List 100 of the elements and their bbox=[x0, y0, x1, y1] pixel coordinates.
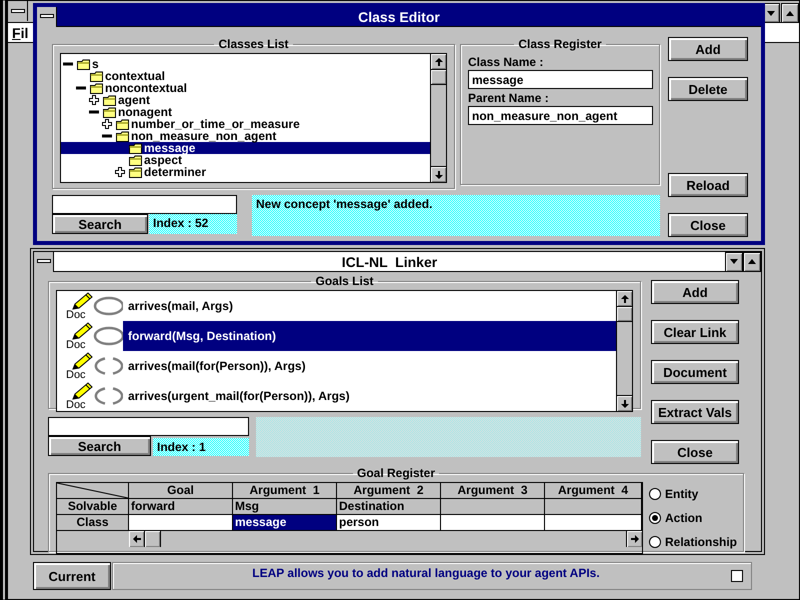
radio-option[interactable]: Relationship bbox=[649, 530, 738, 554]
window-title: ICL-NL Linker bbox=[340, 254, 438, 270]
window-title: Class Editor bbox=[357, 8, 441, 24]
scroll-down-button[interactable] bbox=[617, 395, 632, 411]
expand-icon[interactable] bbox=[89, 95, 99, 105]
dialog-button[interactable]: Clear Link bbox=[651, 320, 739, 344]
radio-label: Entity bbox=[665, 487, 698, 501]
tree-item-label: s bbox=[91, 58, 99, 70]
field-label: Class Name : bbox=[468, 55, 544, 69]
group-title: Goals List bbox=[314, 274, 374, 288]
minimize-button[interactable] bbox=[725, 252, 743, 272]
input-field[interactable]: non_measure_non_agent bbox=[468, 106, 653, 125]
goal-row[interactable]: Doc forward(Msg, Destination) bbox=[57, 321, 616, 351]
system-menu-icon[interactable] bbox=[10, 8, 24, 14]
tree-item-label: number_or_time_or_measure bbox=[131, 118, 300, 130]
checkbox[interactable] bbox=[731, 570, 743, 582]
status-text: LEAP allows you to add natural language to your agent APIs. bbox=[251, 566, 601, 582]
tree-item[interactable]: s bbox=[61, 58, 430, 70]
table-cell[interactable]: forward bbox=[129, 499, 233, 515]
table-cell[interactable] bbox=[545, 499, 642, 515]
up-triangle-icon bbox=[786, 10, 794, 16]
tree-item-label: nonagent bbox=[117, 106, 172, 118]
goal-text: arrives(urgent_mail(for(Person)), Args) bbox=[127, 389, 350, 403]
system-menu-button[interactable] bbox=[37, 6, 57, 26]
maximize-button[interactable] bbox=[781, 3, 799, 23]
system-menu-icon[interactable] bbox=[40, 14, 54, 19]
folder-icon bbox=[90, 70, 103, 82]
maximize-button[interactable] bbox=[743, 252, 761, 272]
scroll-left-button[interactable] bbox=[129, 531, 145, 547]
radio-option[interactable]: Entity bbox=[649, 482, 738, 506]
radio-label: Relationship bbox=[665, 535, 738, 549]
folder-icon bbox=[116, 130, 129, 142]
table-cell[interactable] bbox=[545, 515, 642, 531]
scroll-right-button[interactable] bbox=[626, 531, 642, 547]
tree-item[interactable]: aspect bbox=[61, 154, 430, 166]
expand-icon[interactable] bbox=[102, 119, 112, 129]
table-cell[interactable] bbox=[441, 515, 545, 531]
goal-text: arrives(mail(for(Person)), Args) bbox=[127, 359, 306, 373]
up-arrow-icon bbox=[620, 294, 628, 302]
current-button[interactable]: Current bbox=[33, 562, 111, 590]
expand-icon[interactable] bbox=[115, 167, 125, 177]
scroll-up-button[interactable] bbox=[431, 54, 446, 70]
radio-button[interactable] bbox=[649, 488, 661, 500]
tree-item[interactable]: non_measure_non_agent bbox=[61, 130, 430, 142]
tree-item-label: agent bbox=[117, 94, 150, 106]
scroll-up-button[interactable] bbox=[617, 291, 632, 307]
dialog-button[interactable]: Close bbox=[668, 213, 748, 237]
tree-item-label: determiner bbox=[143, 166, 206, 178]
doc-label: Doc bbox=[66, 370, 86, 381]
left-arrow-icon bbox=[132, 535, 140, 543]
input-field[interactable]: message bbox=[468, 70, 653, 89]
table-cell[interactable]: person bbox=[337, 515, 441, 531]
scroll-thumb[interactable] bbox=[145, 531, 161, 547]
search-button[interactable]: Search bbox=[48, 436, 151, 456]
table-cell[interactable]: Destination bbox=[337, 499, 441, 515]
radio-button[interactable] bbox=[649, 512, 661, 524]
dialog-button[interactable]: Reload bbox=[668, 173, 748, 197]
radio-option[interactable]: Action bbox=[649, 506, 738, 530]
goal-text: forward(Msg, Destination) bbox=[127, 329, 276, 343]
tree-item-label: message bbox=[144, 142, 196, 154]
dialog-button[interactable]: Delete bbox=[668, 77, 748, 101]
goal-text: arrives(mail, Args) bbox=[127, 299, 233, 313]
system-menu-button[interactable] bbox=[34, 252, 54, 272]
dialog-button[interactable]: Add bbox=[651, 280, 739, 304]
right-arrow-icon bbox=[630, 535, 638, 543]
table-cell[interactable] bbox=[129, 515, 233, 531]
down-arrow-icon bbox=[434, 170, 442, 178]
tree-item[interactable]: determiner bbox=[61, 166, 430, 178]
horizontal-scrollbar[interactable] bbox=[129, 531, 642, 547]
system-menu-icon[interactable] bbox=[36, 259, 50, 264]
doc-label: Doc bbox=[66, 400, 86, 411]
scroll-thumb[interactable] bbox=[431, 70, 446, 85]
down-arrow-icon bbox=[620, 400, 628, 408]
table-cell[interactable]: message bbox=[233, 515, 337, 531]
tree-item[interactable]: agent bbox=[61, 94, 430, 106]
tree-item[interactable]: message bbox=[61, 142, 430, 154]
search-field[interactable] bbox=[52, 195, 237, 214]
tree-item[interactable]: number_or_time_or_measure bbox=[61, 118, 430, 130]
dialog-button[interactable]: Document bbox=[651, 360, 739, 384]
scroll-down-button[interactable] bbox=[431, 166, 446, 182]
tree-item[interactable]: noncontextual bbox=[61, 82, 430, 94]
search-field[interactable] bbox=[48, 417, 249, 436]
scrollbar[interactable] bbox=[616, 291, 632, 411]
search-button[interactable]: Search bbox=[52, 214, 148, 234]
system-menu-button[interactable] bbox=[8, 1, 28, 21]
scrollbar[interactable] bbox=[430, 54, 446, 182]
dialog-button[interactable]: Close bbox=[651, 440, 739, 464]
table-cell[interactable]: Msg bbox=[233, 499, 337, 515]
table-cell[interactable] bbox=[441, 499, 545, 515]
dialog-button[interactable]: Add bbox=[668, 37, 748, 61]
radio-label: Action bbox=[665, 511, 702, 525]
menu-item[interactable]: Fil bbox=[12, 24, 28, 40]
scroll-thumb[interactable] bbox=[617, 307, 632, 322]
folder-icon bbox=[103, 106, 116, 118]
dialog-button[interactable]: Extract Vals bbox=[651, 400, 739, 424]
tree-item[interactable]: contextual bbox=[61, 70, 430, 82]
field-label: Parent Name : bbox=[468, 91, 550, 105]
radio-button[interactable] bbox=[649, 536, 661, 548]
group-title: Class Register bbox=[517, 37, 603, 51]
tree-item[interactable]: nonagent bbox=[61, 106, 430, 118]
